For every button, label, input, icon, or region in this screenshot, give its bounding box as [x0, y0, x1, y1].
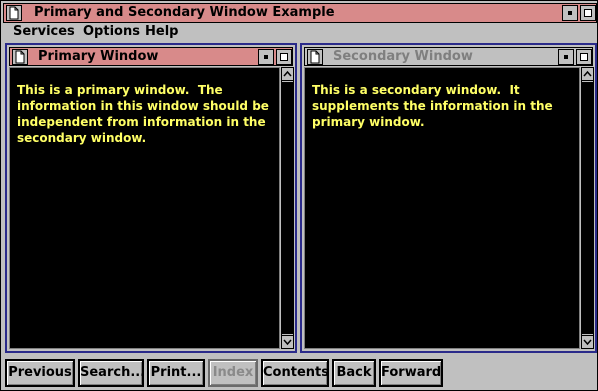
secondary-text: This is a secondary window. It supplemen…: [312, 83, 553, 129]
scroll-up-button[interactable]: [582, 68, 593, 81]
menu-help[interactable]: Help: [145, 24, 178, 39]
scroll-track[interactable]: [282, 82, 293, 334]
secondary-pane-title: Secondary Window: [333, 49, 473, 64]
menu-options[interactable]: Options: [83, 24, 140, 39]
minimize-icon: [568, 11, 572, 15]
arrow-up-icon: [583, 70, 592, 77]
arrow-down-icon: [283, 339, 292, 346]
primary-minimize-button[interactable]: [258, 49, 274, 65]
main-window: Primary and Secondary Window Example Ser…: [0, 0, 598, 391]
index-button: Index: [208, 359, 258, 387]
secondary-maximize-button[interactable]: [576, 49, 592, 65]
window-title: Primary and Secondary Window Example: [34, 5, 335, 20]
primary-vertical-scrollbar[interactable]: [281, 67, 294, 349]
maximize-button[interactable]: [580, 5, 596, 21]
secondary-minimize-button[interactable]: [558, 49, 574, 65]
scroll-track[interactable]: [582, 82, 593, 334]
scroll-down-button[interactable]: [582, 335, 593, 348]
scroll-down-button[interactable]: [282, 335, 293, 348]
contents-button[interactable]: Contents: [261, 359, 329, 387]
primary-text: This is a primary window. The informatio…: [17, 83, 269, 145]
primary-pane: Primary Window This is a primary window.…: [5, 43, 297, 353]
arrow-up-icon: [283, 70, 292, 77]
search-button[interactable]: Search...: [78, 359, 145, 387]
document-icon[interactable]: [6, 5, 22, 21]
maximize-icon: [280, 53, 288, 61]
maximize-icon: [580, 53, 588, 61]
secondary-content-area: This is a secondary window. It supplemen…: [304, 67, 580, 349]
scroll-up-button[interactable]: [282, 68, 293, 81]
back-button[interactable]: Back: [332, 359, 376, 387]
document-icon[interactable]: [12, 49, 28, 65]
secondary-pane: Secondary Window This is a secondary win…: [300, 43, 597, 353]
minimize-button[interactable]: [562, 5, 578, 21]
document-icon[interactable]: [307, 49, 323, 65]
secondary-pane-title-bar[interactable]: Secondary Window: [304, 47, 593, 66]
print-button[interactable]: Print...: [147, 359, 205, 387]
primary-pane-title-bar[interactable]: Primary Window: [9, 47, 293, 66]
menu-services[interactable]: Services: [13, 24, 75, 39]
minimize-icon: [264, 55, 268, 59]
title-bar[interactable]: Primary and Secondary Window Example: [3, 3, 597, 23]
arrow-down-icon: [583, 339, 592, 346]
primary-pane-title: Primary Window: [38, 49, 159, 64]
menu-bar: Services Options Help: [3, 23, 597, 41]
primary-maximize-button[interactable]: [276, 49, 292, 65]
forward-button[interactable]: Forward: [379, 359, 443, 387]
navigation-button-bar: Previous Search... Print... Index Conten…: [3, 357, 597, 390]
primary-content-area: This is a primary window. The informatio…: [9, 67, 280, 349]
secondary-vertical-scrollbar[interactable]: [581, 67, 594, 349]
minimize-icon: [564, 55, 568, 59]
previous-button[interactable]: Previous: [5, 359, 75, 387]
maximize-icon: [584, 9, 592, 17]
